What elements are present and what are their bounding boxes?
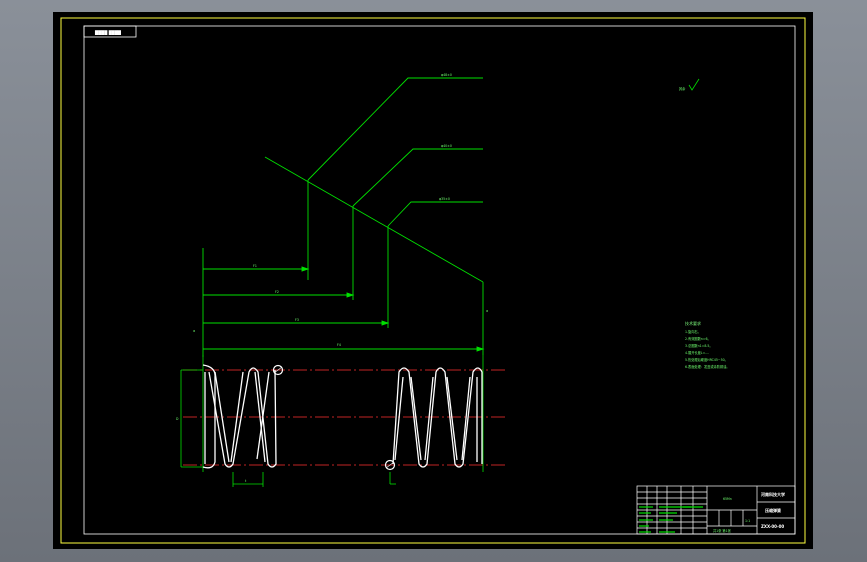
svg-text:2.有效圈数n=6。: 2.有效圈数n=6。 xyxy=(685,336,711,341)
leader-label-3: φ35±0 xyxy=(439,197,450,201)
title-block-drawing-no: ZXX-00-00 xyxy=(761,524,784,529)
svg-text:6.表面处理：发蓝或涂防锈油。: 6.表面处理：发蓝或涂防锈油。 xyxy=(685,364,729,369)
roughness-symbol: 其余 xyxy=(679,78,700,91)
svg-text:技术要求: 技术要求 xyxy=(685,320,701,326)
leader-label-1: φ48±0 xyxy=(441,73,452,77)
spring-section: D t xyxy=(176,355,505,487)
leader-label-2: φ40±0 xyxy=(441,144,452,148)
dim-label-4: F4 xyxy=(337,343,341,347)
spring-drawing: ████ ████ φ48±0 φ40±0 φ35±0 F1 F2 F3 F4 … xyxy=(60,17,806,544)
drawing-tag-text: ████ ████ xyxy=(94,30,122,35)
outer-frame xyxy=(60,17,806,544)
title-block-part-name: 压缩弹簧 xyxy=(765,507,781,513)
svg-text:1.旋向右。: 1.旋向右。 xyxy=(685,329,701,334)
svg-text:5.热处理后硬度HRC45~50。: 5.热处理后硬度HRC45~50。 xyxy=(685,357,728,362)
angle-label: α xyxy=(193,329,195,333)
dim-label-1: F1 xyxy=(253,264,257,268)
dim-label-3: F3 xyxy=(295,318,299,322)
load-diagram xyxy=(202,77,485,357)
cad-viewport[interactable]: ████ ████ φ48±0 φ40±0 φ35±0 F1 F2 F3 F4 … xyxy=(53,12,813,549)
inner-frame xyxy=(83,25,796,535)
technical-notes: 技术要求 1.旋向右。 2.有效圈数n=6。 3.总圈数n1=8.5。 4.展开… xyxy=(685,320,729,369)
svg-text:3.总圈数n1=8.5。: 3.总圈数n1=8.5。 xyxy=(685,343,713,348)
title-block-school: 河南科技大学 xyxy=(761,491,785,497)
title-block-scale: 1:1 xyxy=(745,519,750,523)
angle-label-right: α xyxy=(486,309,488,313)
svg-text:其余: 其余 xyxy=(679,86,686,91)
title-block-material: 65Mn xyxy=(723,497,732,501)
diameter-label: D xyxy=(176,417,179,421)
dim-label-2: F2 xyxy=(275,290,279,294)
svg-text:4.展开长度L=....: 4.展开长度L=.... xyxy=(685,350,709,355)
pitch-label: t xyxy=(245,479,247,483)
title-block-sheet: 共1张 第1张 xyxy=(713,528,732,533)
